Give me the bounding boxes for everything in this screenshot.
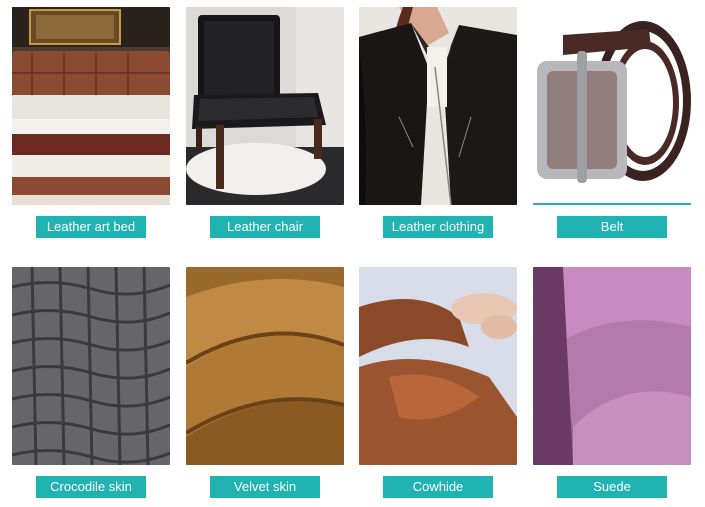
leather-jacket-illustration [359,7,517,205]
suede-image [533,267,691,465]
leather-belt-illustration [533,7,691,205]
product-card-leather-chair[interactable]: Leather chair [186,7,344,242]
product-label: Belt [557,216,667,238]
product-label: Cowhide [383,476,493,498]
velvet-skin-illustration [186,267,344,465]
crocodile-skin-illustration [12,267,170,465]
cowhide-illustration [359,267,517,465]
leather-chair-image [186,7,344,205]
product-card-velvet-skin[interactable]: Velvet skin [186,267,344,502]
product-label: Crocodile skin [36,476,146,498]
velvet-skin-image [186,267,344,465]
crocodile-skin-image [12,267,170,465]
product-label: Velvet skin [210,476,320,498]
leather-belt-image [533,7,691,205]
product-card-crocodile-skin[interactable]: Crocodile skin [12,267,170,502]
product-label: Leather clothing [383,216,493,238]
product-label: Suede [557,476,667,498]
leather-bed-image [12,7,170,205]
cowhide-image [359,267,517,465]
product-card-belt[interactable]: Belt [533,7,691,242]
product-label: Leather chair [210,216,320,238]
product-grid: Leather art bed Leather chair Leather cl… [0,0,705,507]
leather-jacket-image [359,7,517,205]
product-card-suede[interactable]: Suede [533,267,691,502]
product-card-leather-art-bed[interactable]: Leather art bed [12,7,170,242]
suede-illustration [533,267,691,465]
product-label: Leather art bed [36,216,146,238]
leather-bed-illustration [12,7,170,205]
product-card-leather-clothing[interactable]: Leather clothing [359,7,517,242]
leather-chair-illustration [186,7,344,205]
product-card-cowhide[interactable]: Cowhide [359,267,517,502]
